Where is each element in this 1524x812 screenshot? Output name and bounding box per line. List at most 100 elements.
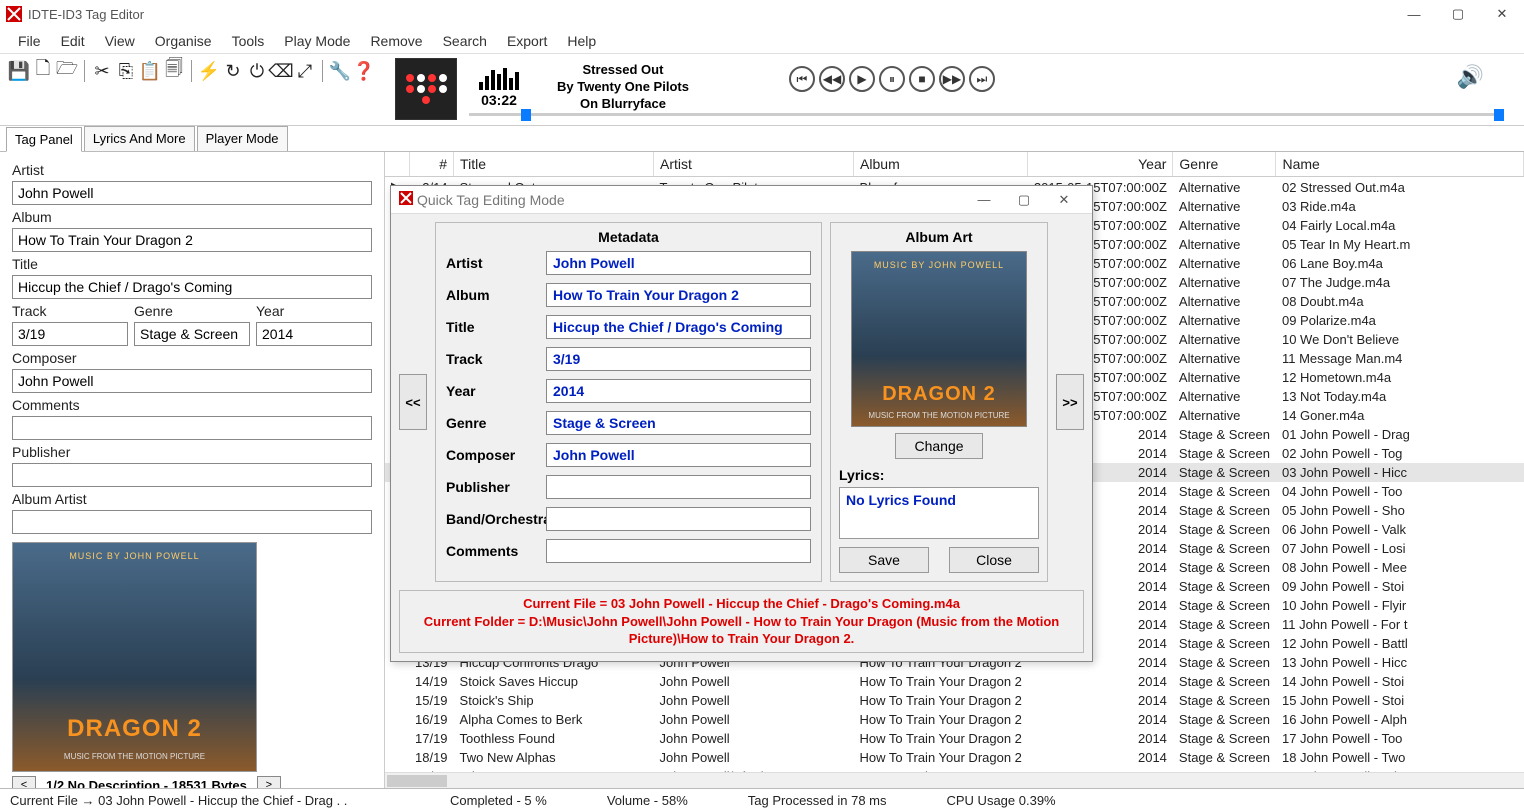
close-button[interactable]: ✕ [1480, 0, 1524, 28]
menu-export[interactable]: Export [497, 29, 557, 53]
tab-player-mode[interactable]: Player Mode [197, 126, 288, 151]
save-button[interactable]: Save [839, 547, 929, 573]
settings-icon[interactable]: 🔧 [329, 60, 351, 82]
visualizer: 03:22 [469, 68, 529, 108]
composer-input[interactable] [12, 369, 372, 393]
album-artist-input[interactable] [12, 510, 372, 534]
forward-button[interactable]: ▶▶ [939, 66, 965, 92]
tab-lyrics-and-more[interactable]: Lyrics And More [84, 126, 195, 151]
flash-icon[interactable]: ⚡ [198, 60, 220, 82]
horizontal-scrollbar[interactable] [385, 772, 1524, 788]
menu-view[interactable]: View [95, 29, 145, 53]
menu-remove[interactable]: Remove [360, 29, 432, 53]
minimize-button[interactable]: — [1392, 0, 1436, 28]
dlg-title-input[interactable] [546, 315, 811, 339]
genre-input[interactable] [134, 322, 250, 346]
next-track-button[interactable]: ⏭ [969, 66, 995, 92]
dialog-album-art: MUSIC BY JOHN POWELL DRAGON 2 MUSIC FROM… [851, 251, 1027, 427]
menu-search[interactable]: Search [433, 29, 497, 53]
menu-file[interactable]: File [8, 29, 51, 53]
clipboard-icon[interactable]: 🗐 [163, 60, 185, 82]
save-icon[interactable]: 💾 [8, 60, 30, 82]
art-prev-button[interactable]: < [12, 776, 36, 788]
dlg-comments-input[interactable] [546, 539, 811, 563]
album-label: Album [12, 209, 372, 225]
help-icon[interactable]: ❓ [353, 60, 375, 82]
menu-help[interactable]: Help [557, 29, 606, 53]
cut-icon[interactable]: ✂ [91, 60, 113, 82]
dlg-composer-label: Composer [446, 447, 546, 463]
dialog-title: Quick Tag Editing Mode [417, 192, 964, 208]
new-icon[interactable]: 🗋 [32, 60, 54, 82]
col-artist[interactable]: Artist [654, 152, 854, 177]
pause-button[interactable]: ⏸ [879, 66, 905, 92]
maximize-button[interactable]: ▢ [1436, 0, 1480, 28]
play-button[interactable]: ▶ [849, 66, 875, 92]
dialog-next-button[interactable]: >> [1056, 374, 1084, 430]
refresh-icon[interactable]: ↻ [222, 60, 244, 82]
menu-play-mode[interactable]: Play Mode [274, 29, 360, 53]
app-logo-icon [399, 191, 413, 208]
comments-input[interactable] [12, 416, 372, 440]
now-playing-art [395, 58, 457, 120]
table-row[interactable]: 14/19Stoick Saves HiccupJohn PowellHow T… [385, 672, 1524, 691]
table-row[interactable]: 17/19Toothless FoundJohn PowellHow To Tr… [385, 729, 1524, 748]
stop-button[interactable]: ■ [909, 66, 935, 92]
art-next-button[interactable]: > [257, 776, 281, 788]
np-title: Stressed Out [557, 62, 689, 79]
dlg-album-label: Album [446, 287, 546, 303]
status-cpu: CPU Usage 0.39% [947, 793, 1056, 808]
volume-icon[interactable]: 🔊 [1457, 64, 1484, 90]
left-tabs: Tag PanelLyrics And MorePlayer Mode [0, 126, 1524, 152]
table-row[interactable]: 18/19Two New AlphasJohn PowellHow To Tra… [385, 748, 1524, 767]
col-title[interactable]: Title [454, 152, 654, 177]
year-input[interactable] [256, 322, 372, 346]
progress-bar[interactable] [469, 109, 1504, 121]
dialog-minimize-button[interactable]: — [964, 192, 1004, 207]
power-icon[interactable]: ⏻ [246, 60, 268, 82]
tab-tag-panel[interactable]: Tag Panel [6, 127, 82, 152]
col-genre[interactable]: Genre [1173, 152, 1276, 177]
dialog-prev-button[interactable]: << [399, 374, 427, 430]
dlg-album-input[interactable] [546, 283, 811, 307]
album-artist-label: Album Artist [12, 491, 372, 507]
titlebar: IDTE-ID3 Tag Editor — ▢ ✕ [0, 0, 1524, 28]
copy-icon[interactable]: ⎘ [115, 60, 137, 82]
track-input[interactable] [12, 322, 128, 346]
menu-tools[interactable]: Tools [222, 29, 275, 53]
table-row[interactable]: 15/19Stoick's ShipJohn PowellHow To Trai… [385, 691, 1524, 710]
col-year[interactable]: Year [1028, 152, 1173, 177]
dlg-composer-input[interactable] [546, 443, 811, 467]
table-row[interactable]: 16/19Alpha Comes to BerkJohn PowellHow T… [385, 710, 1524, 729]
rewind-button[interactable]: ◀◀ [819, 66, 845, 92]
col-num[interactable]: # [409, 152, 454, 177]
tag-panel: Artist Album Title Track Genre Year Comp… [0, 152, 385, 788]
dialog-maximize-button[interactable]: ▢ [1004, 192, 1044, 208]
artist-input[interactable] [12, 181, 372, 205]
change-art-button[interactable]: Change [895, 433, 982, 459]
lyrics-box[interactable]: No Lyrics Found [839, 487, 1039, 539]
expand-icon[interactable]: ⤢ [294, 60, 316, 82]
menu-edit[interactable]: Edit [51, 29, 95, 53]
dlg-genre-input[interactable] [546, 411, 811, 435]
col-name[interactable]: Name [1276, 152, 1524, 177]
publisher-input[interactable] [12, 463, 372, 487]
open-icon[interactable]: 🗁 [56, 60, 78, 82]
album-input[interactable] [12, 228, 372, 252]
prev-track-button[interactable]: ⏮ [789, 66, 815, 92]
dlg-year-input[interactable] [546, 379, 811, 403]
dlg-track-input[interactable] [546, 347, 811, 371]
title-input[interactable] [12, 275, 372, 299]
current-file-line: Current File = 03 John Powell - Hiccup t… [404, 595, 1079, 613]
clear-icon[interactable]: ⌫ [270, 60, 292, 82]
menu-organise[interactable]: Organise [145, 29, 222, 53]
dlg-publisher-input[interactable] [546, 475, 811, 499]
col-album[interactable]: Album [854, 152, 1028, 177]
paste-icon[interactable]: 📋 [139, 60, 161, 82]
dialog-close-button[interactable]: ✕ [1044, 192, 1084, 208]
close-dialog-button[interactable]: Close [949, 547, 1039, 573]
dlg-band-input[interactable] [546, 507, 811, 531]
divider [191, 60, 192, 82]
dlg-artist-input[interactable] [546, 251, 811, 275]
comments-label: Comments [12, 397, 372, 413]
